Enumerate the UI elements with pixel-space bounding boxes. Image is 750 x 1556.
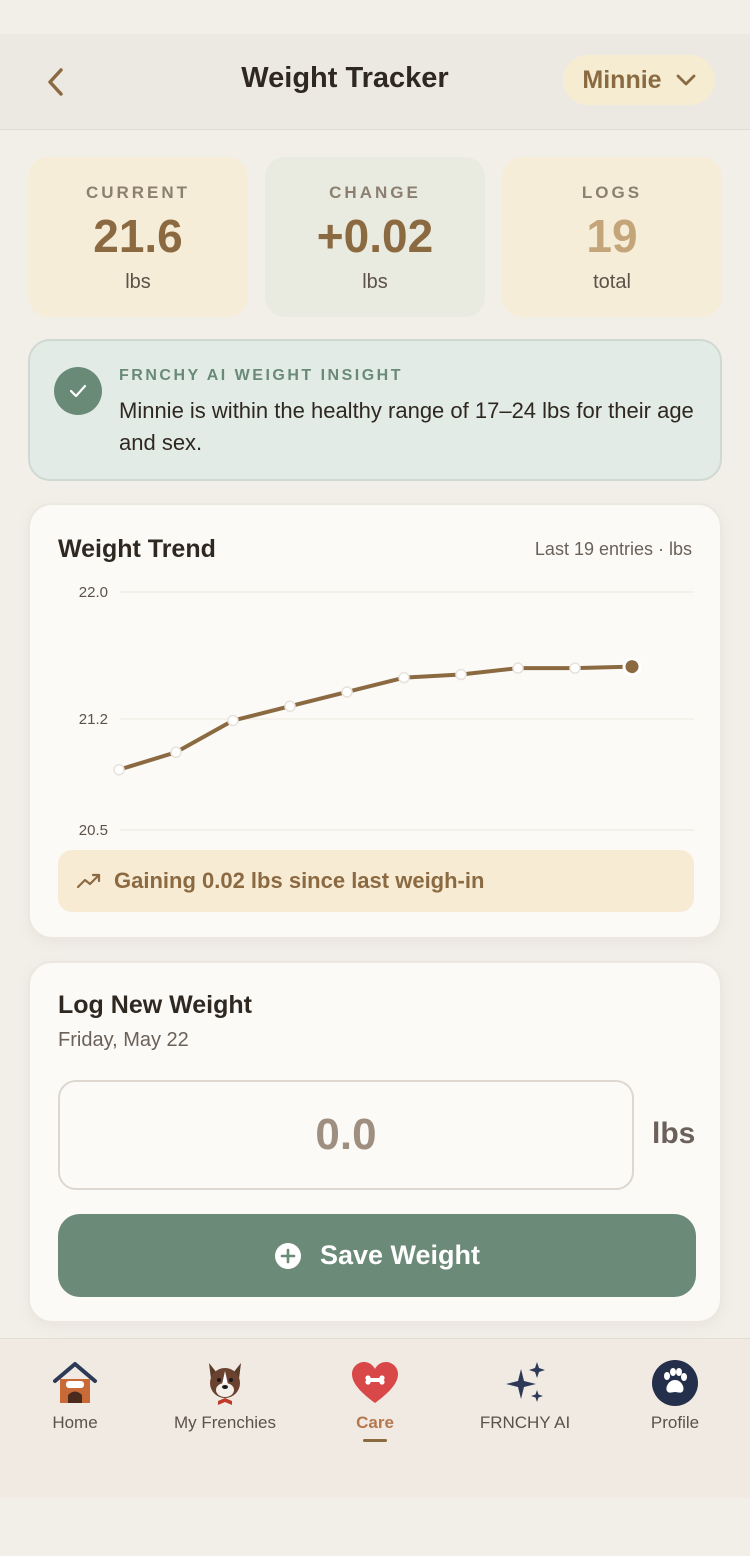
data-point	[170, 746, 182, 759]
stat-label: CURRENT	[85, 183, 191, 202]
y-tick-label: 22.0	[79, 584, 108, 601]
status-bar	[0, 0, 750, 34]
tab-home[interactable]: Home	[0, 1339, 150, 1459]
data-point	[284, 700, 296, 712]
french-bulldog-icon	[199, 1357, 251, 1409]
tab-my-frenchies[interactable]: My Frenchies	[150, 1339, 300, 1459]
stat-value: 19	[586, 210, 638, 262]
weight-unit-label: lbs	[652, 1117, 696, 1150]
data-point	[398, 671, 410, 684]
bottom-tab-bar: Home My Frenchies Care FRNCHY AI Profile	[0, 1338, 750, 1498]
sparkles-icon	[499, 1357, 551, 1409]
save-weight-button[interactable]: Save Weight	[58, 1214, 696, 1297]
insight-text: Minnie is within the healthy range of 17…	[119, 398, 694, 455]
active-tab-indicator	[363, 1439, 387, 1442]
plus-circle-icon	[274, 1242, 301, 1269]
trend-note: Gaining 0.02 lbs since last weigh-in	[58, 850, 694, 912]
dog-house-icon	[49, 1357, 101, 1409]
tab-label: FRNCHY AI	[479, 1413, 571, 1432]
weight-input[interactable]	[58, 1080, 634, 1190]
trending-up-icon	[76, 873, 101, 889]
data-point	[455, 668, 467, 681]
stat-unit: lbs	[125, 271, 151, 293]
data-point	[512, 662, 524, 674]
tab-care[interactable]: Care	[300, 1339, 450, 1459]
app-header: Weight Tracker Minnie	[0, 34, 750, 130]
ai-insight-card: FRNCHY AI WEIGHT INSIGHT Minnie is withi…	[28, 339, 722, 481]
insight-title: FRNCHY AI WEIGHT INSIGHT	[119, 367, 403, 384]
stat-card-logs: LOGS 19 total	[502, 157, 722, 317]
home-indicator-area	[0, 1498, 750, 1556]
log-date: Friday, May 22	[58, 1029, 189, 1051]
data-point	[341, 686, 353, 698]
tab-label: Profile	[650, 1413, 700, 1432]
stat-label: CHANGE	[329, 183, 421, 202]
series-line	[117, 664, 634, 772]
weight-trend-chart: 22.0 21.2 20.5	[79, 584, 694, 839]
latest-data-point	[622, 657, 642, 677]
stat-unit: total	[593, 271, 631, 293]
tab-frnchy-ai[interactable]: FRNCHY AI	[450, 1339, 600, 1459]
data-point	[569, 662, 581, 674]
dog-selector[interactable]: Minnie	[563, 55, 715, 105]
stat-value: 21.6	[93, 210, 183, 262]
tab-label: Home	[52, 1413, 98, 1432]
dog-selector-label: Minnie	[582, 65, 662, 94]
chevron-down-icon	[676, 74, 695, 86]
stat-unit: lbs	[362, 271, 388, 293]
stat-card-change: CHANGE +0.02 lbs	[265, 157, 485, 317]
log-weight-card: Log New Weight Friday, May 22 lbs Save W…	[28, 961, 722, 1323]
tab-profile[interactable]: Profile	[600, 1339, 750, 1459]
stats-row: CURRENT 21.6 lbs CHANGE +0.02 lbs LOGS 1…	[28, 157, 722, 319]
checkmark-icon	[54, 367, 102, 415]
stat-card-current: CURRENT 21.6 lbs	[28, 157, 248, 317]
stat-value: +0.02	[316, 210, 434, 262]
heart-bone-icon	[349, 1357, 401, 1409]
y-tick-label: 20.5	[79, 822, 108, 839]
y-tick-label: 21.2	[79, 711, 108, 728]
stat-label: LOGS	[581, 183, 643, 202]
data-point	[113, 763, 125, 776]
tab-label: My Frenchies	[173, 1413, 277, 1432]
tab-label: Care	[356, 1413, 394, 1432]
save-weight-label: Save Weight	[319, 1240, 481, 1270]
paw-avatar-icon	[649, 1357, 701, 1409]
weight-trend-card: Weight Trend Last 19 entries · lbs 22.0 2…	[28, 503, 722, 939]
trend-note-text: Gaining 0.02 lbs since last weigh-in	[114, 868, 485, 893]
log-title: Log New Weight	[58, 991, 252, 1019]
data-point	[227, 714, 239, 727]
